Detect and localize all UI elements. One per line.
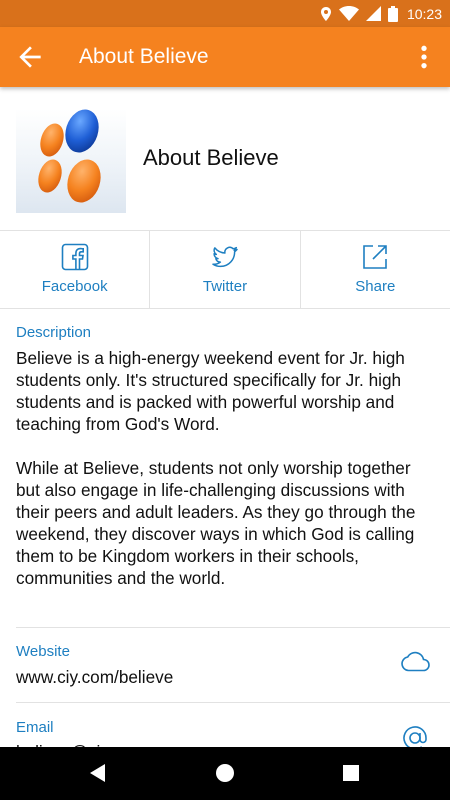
event-logo — [16, 109, 126, 213]
wifi-icon — [338, 6, 359, 21]
website-label: Website — [16, 643, 70, 660]
signal-icon — [365, 6, 381, 21]
divider — [16, 627, 450, 628]
nav-back-icon[interactable] — [85, 760, 111, 786]
nav-recents-icon[interactable] — [338, 760, 364, 786]
event-header: About Believe — [0, 87, 450, 231]
battery-icon — [387, 5, 398, 22]
status-time: 10:23 — [406, 5, 442, 22]
facebook-label: Facebook — [41, 278, 108, 295]
arrow-back-icon[interactable] — [14, 41, 46, 73]
app-bar: About Believe — [0, 27, 450, 87]
description-paragraph: While at Believe, students not only wors… — [16, 458, 416, 588]
twitter-icon — [212, 246, 238, 268]
cloud-icon[interactable] — [400, 647, 430, 677]
email-label: Email — [16, 719, 54, 736]
system-nav-bar — [0, 747, 450, 800]
share-label: Share — [355, 278, 396, 295]
event-title: About Believe — [143, 145, 279, 170]
location-icon — [320, 6, 331, 21]
share-button[interactable]: Share — [299, 231, 450, 308]
twitter-label: Twitter — [202, 278, 248, 295]
website-link[interactable]: www.ciy.com/believe — [16, 667, 173, 688]
description-paragraph: Believe is a high-energy weekend event f… — [16, 348, 405, 434]
facebook-button[interactable]: Facebook — [0, 231, 149, 308]
twitter-button[interactable]: Twitter — [149, 231, 299, 308]
nav-home-icon[interactable] — [212, 760, 238, 786]
actions-row: Facebook Twitter Share — [0, 231, 450, 309]
more-vert-icon[interactable] — [408, 41, 440, 73]
status-bar: 10:23 — [0, 0, 450, 27]
facebook-icon — [61, 243, 88, 271]
description-label: Description — [16, 324, 92, 341]
page-title: About Believe — [79, 45, 209, 68]
description-text: Believe is a high-energy weekend event f… — [16, 347, 436, 611]
share-icon — [363, 245, 388, 269]
status-icons: 10:23 — [320, 0, 442, 27]
divider — [16, 702, 450, 703]
